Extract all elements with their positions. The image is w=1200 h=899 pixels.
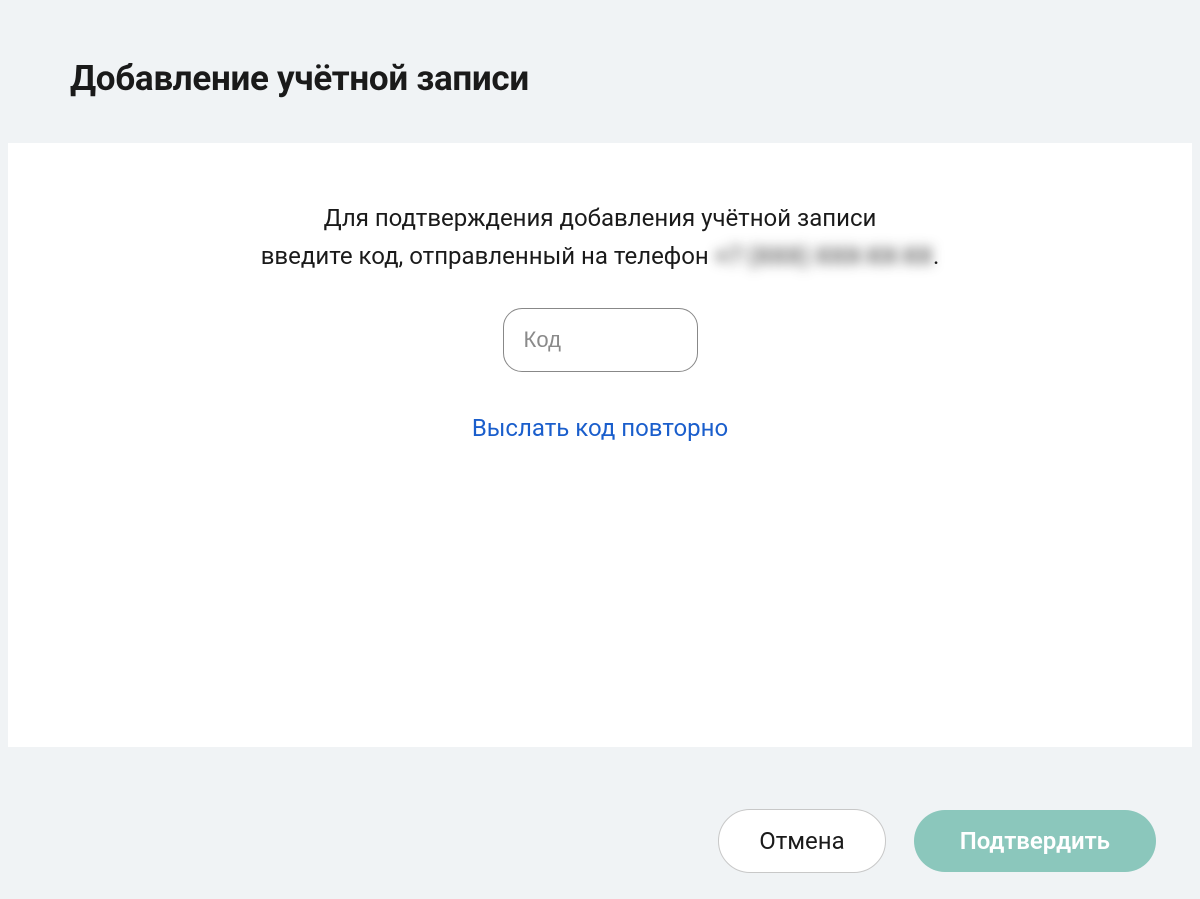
confirm-button[interactable]: Подтвердить xyxy=(914,810,1156,872)
description-line2-suffix: . xyxy=(933,242,939,270)
description-text: Для подтверждения добавления учётной зап… xyxy=(48,199,1152,276)
description-line2-prefix: введите код, отправленный на телефон xyxy=(261,242,715,270)
description-line1: Для подтверждения добавления учётной зап… xyxy=(324,204,877,232)
resend-container: Выслать код повторно xyxy=(48,414,1152,442)
dialog-header: Добавление учётной записи xyxy=(0,0,1200,143)
dialog-content: Для подтверждения добавления учётной зап… xyxy=(8,143,1192,747)
resend-code-link[interactable]: Выслать код повторно xyxy=(472,414,728,442)
dialog-footer: Отмена Подтвердить xyxy=(0,783,1200,899)
phone-number-masked: +7 (XXX) XXX-XX-XX xyxy=(715,237,933,275)
code-input[interactable] xyxy=(503,308,698,372)
code-input-container xyxy=(48,308,1152,372)
dialog-title: Добавление учётной записи xyxy=(70,58,1130,99)
cancel-button[interactable]: Отмена xyxy=(718,809,885,873)
